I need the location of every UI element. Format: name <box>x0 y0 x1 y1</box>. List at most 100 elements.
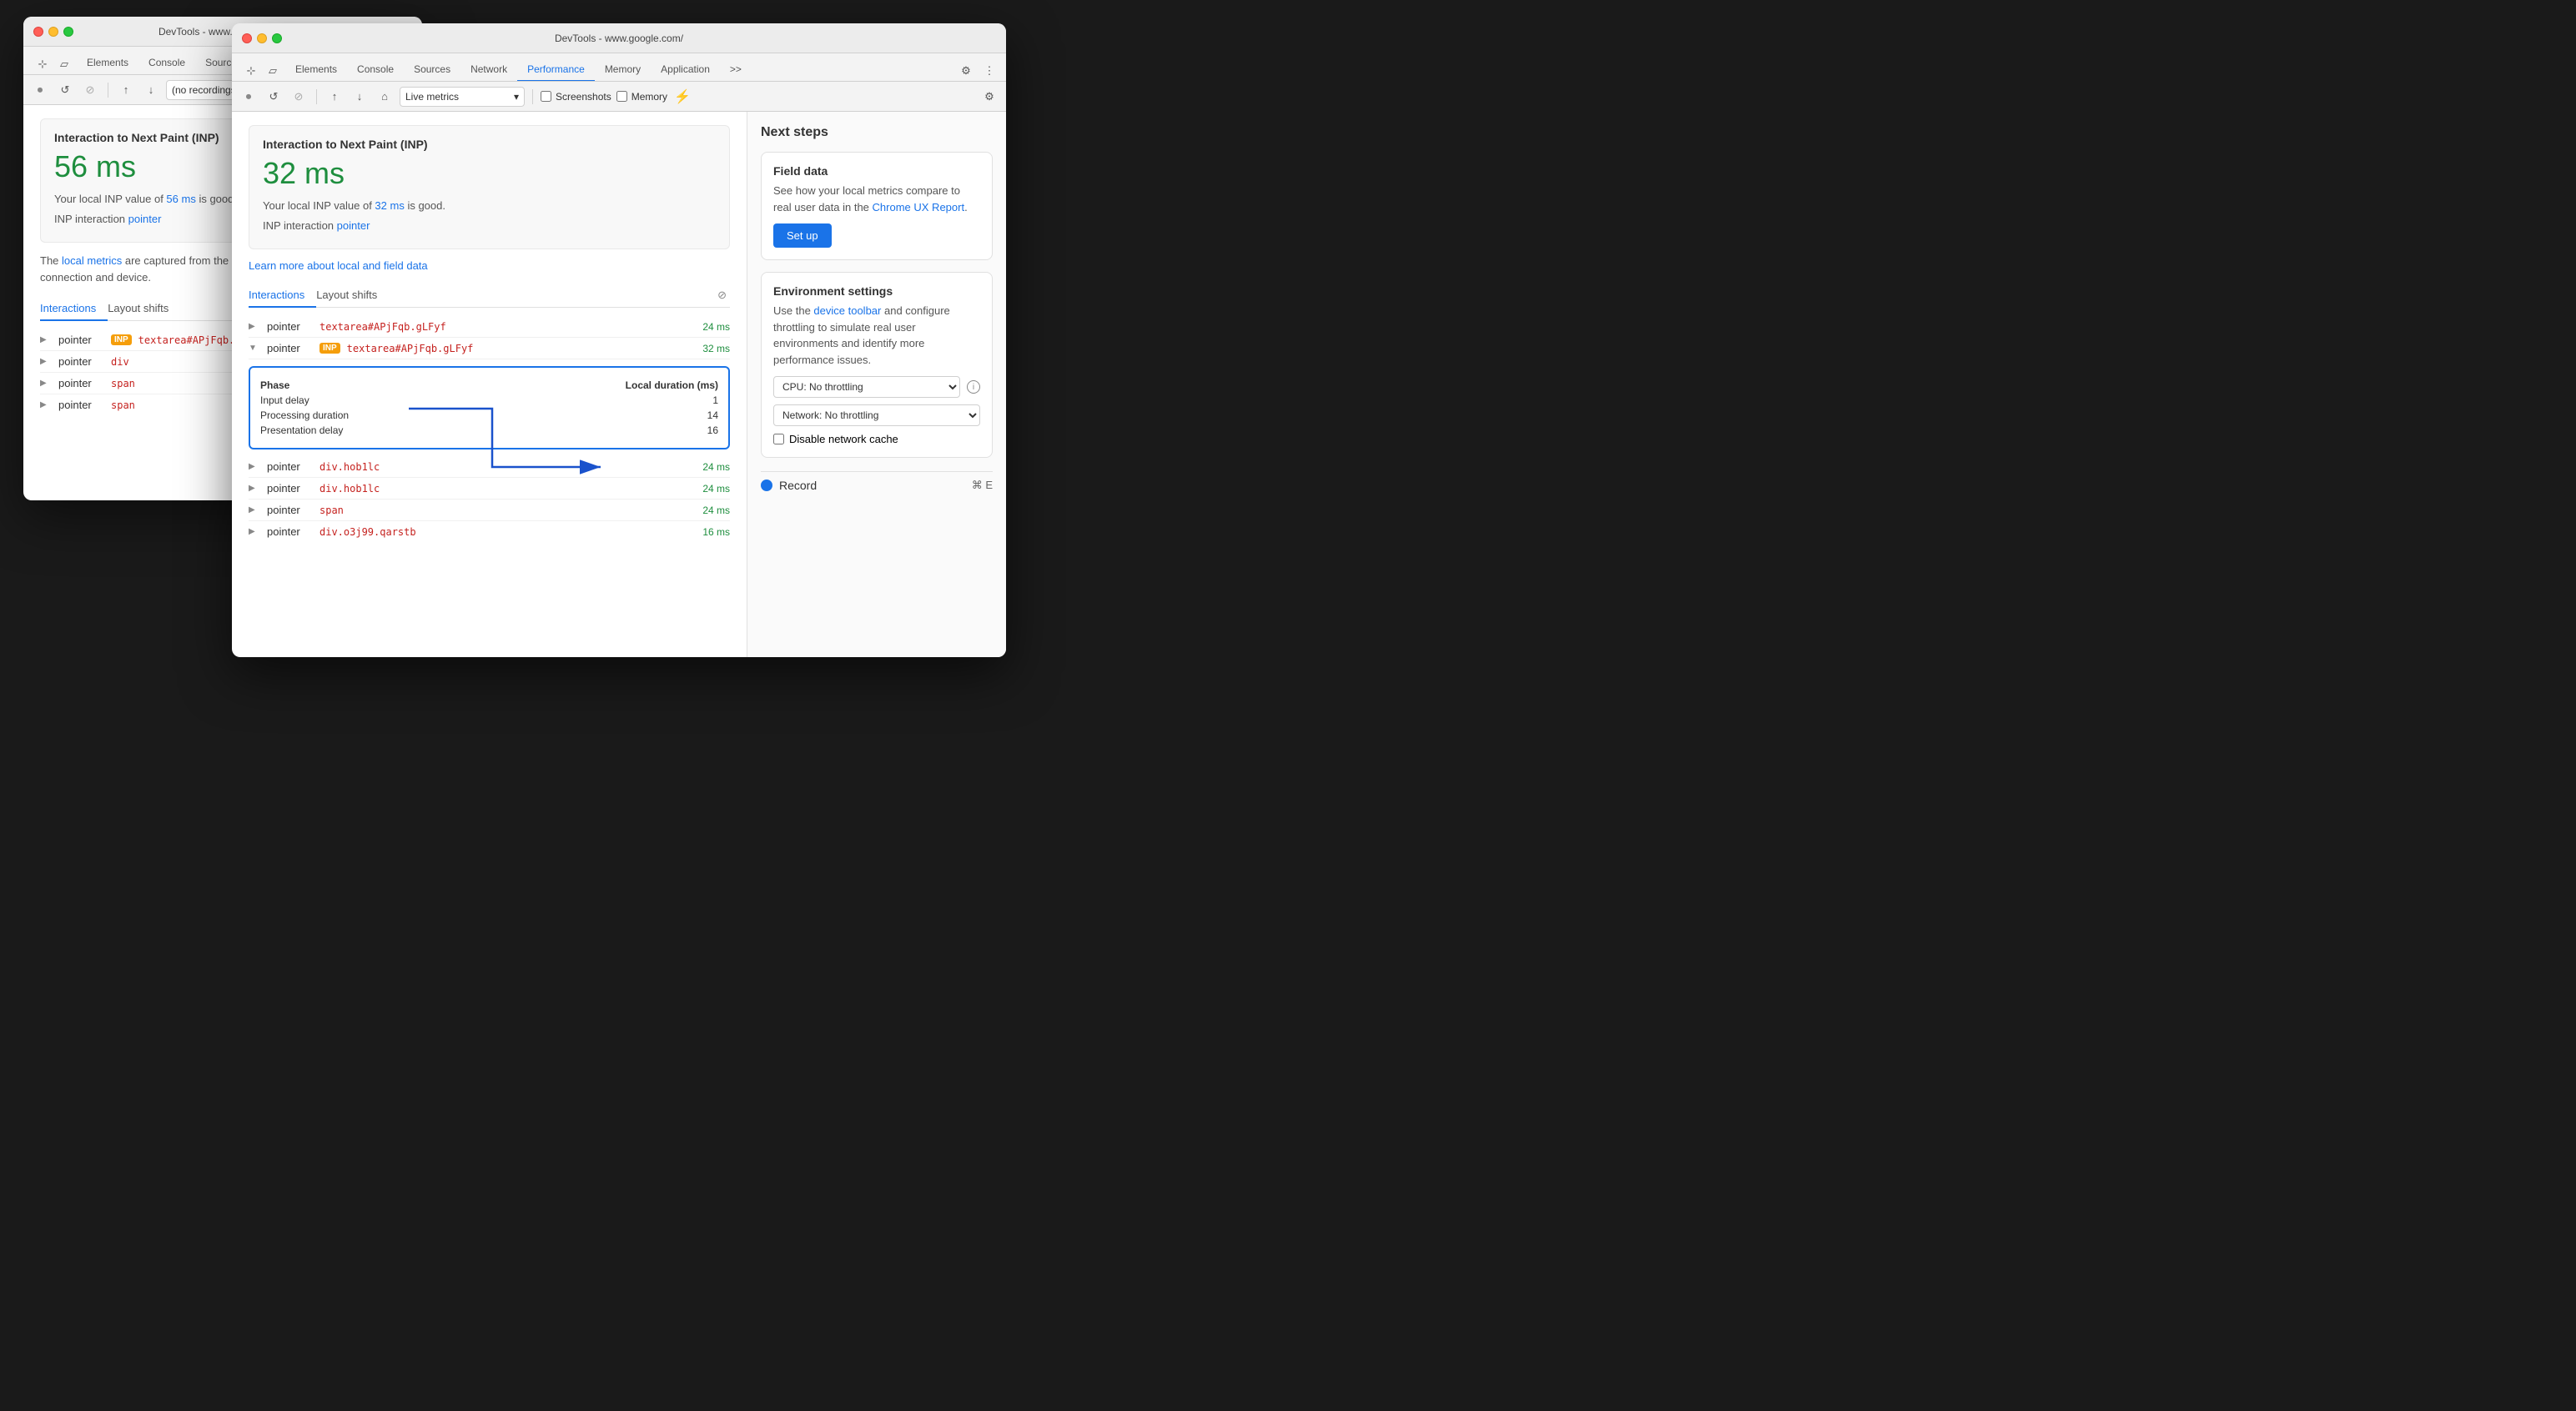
live-metrics-dropdown[interactable]: Live metrics ▾ <box>400 87 525 107</box>
record-circle-icon[interactable]: ⏺ <box>30 80 50 100</box>
tab-console-2[interactable]: Console <box>347 58 404 82</box>
w2-type-3: pointer <box>267 482 313 495</box>
cpu-profile-icon[interactable]: ⚡ <box>672 87 692 107</box>
maximize-button-1[interactable] <box>63 27 73 37</box>
sub-tab-layout-2[interactable]: Layout shifts <box>316 284 389 308</box>
more-icon[interactable]: ⋮ <box>979 61 999 81</box>
download-icon-2[interactable]: ↓ <box>350 87 370 107</box>
w2-time-3: 24 ms <box>692 483 730 495</box>
recordings-label: (no recordings) <box>172 84 239 96</box>
record-row: Record ⌘ E <box>761 471 993 499</box>
minimize-button-1[interactable] <box>48 27 58 37</box>
reload-icon-2[interactable]: ↺ <box>264 87 284 107</box>
w2-expand-0[interactable]: ▶ <box>249 322 260 331</box>
disable-cache-row: Disable network cache <box>773 433 980 445</box>
screenshots-checkbox-2[interactable] <box>541 91 551 102</box>
w2-target-0[interactable]: textarea#APjFqb.gLFyf <box>319 321 686 333</box>
w2-time-2: 24 ms <box>692 461 730 473</box>
clear-icon-2[interactable]: ⊘ <box>714 285 730 305</box>
env-settings-desc: Use the device toolbar and configure thr… <box>773 303 980 368</box>
window-title-2: DevTools - www.google.com/ <box>555 33 683 44</box>
upload-icon-2[interactable]: ↑ <box>325 87 345 107</box>
cursor-icon-2[interactable]: ⊹ <box>241 61 261 81</box>
cpu-throttle-select[interactable]: CPU: No throttling <box>773 376 960 398</box>
w2-expand-2[interactable]: ▶ <box>249 462 260 471</box>
inp-inline-link-1[interactable]: 56 ms <box>166 193 195 205</box>
tab-network-2[interactable]: Network <box>460 58 517 82</box>
sub-tab-layout-1[interactable]: Layout shifts <box>108 297 180 321</box>
inp-title-2: Interaction to Next Paint (INP) <box>263 138 716 151</box>
record-button[interactable]: Record <box>761 479 817 492</box>
cpu-info-icon[interactable]: i <box>967 380 980 394</box>
expand-arrow-1[interactable]: ▶ <box>40 357 52 366</box>
content-area-2: Interaction to Next Paint (INP) 32 ms Yo… <box>232 112 1006 657</box>
devtools-icons-2: ⊹ ▱ <box>239 61 285 81</box>
expand-arrow-2[interactable]: ▶ <box>40 379 52 388</box>
w2-expand-5[interactable]: ▶ <box>249 527 260 536</box>
w2-target-1[interactable]: textarea#APjFqb.gLFyf <box>347 343 686 354</box>
inp-badge-0: INP <box>111 334 132 345</box>
stop-icon[interactable]: ⊘ <box>80 80 100 100</box>
tab-sources-2[interactable]: Sources <box>404 58 460 82</box>
device-toolbar-link[interactable]: device toolbar <box>813 304 881 317</box>
memory-label: Memory <box>631 91 667 103</box>
setup-button[interactable]: Set up <box>773 223 832 248</box>
sub-tab-interactions-2[interactable]: Interactions <box>249 284 316 308</box>
phase-value-1: 14 <box>484 408 718 423</box>
side-panel: Next steps Field data See how your local… <box>747 112 1006 657</box>
tab-memory-2[interactable]: Memory <box>595 58 651 82</box>
network-throttle-select[interactable]: Network: No throttling <box>773 404 980 426</box>
w2-target-4[interactable]: span <box>319 505 686 516</box>
tab-application-2[interactable]: Application <box>651 58 720 82</box>
w2-type-5: pointer <box>267 525 313 538</box>
interaction-type-1: pointer <box>58 355 104 368</box>
w2-target-2[interactable]: div.hob1lc <box>319 461 686 473</box>
memory-checkbox[interactable] <box>616 91 627 102</box>
w2-expand-3[interactable]: ▶ <box>249 484 260 493</box>
tab-elements-2[interactable]: Elements <box>285 58 347 82</box>
w2-target-5[interactable]: div.o3j99.qarstb <box>319 526 686 538</box>
tab-more-2[interactable]: >> <box>720 58 752 82</box>
inp-inline-link-2[interactable]: 32 ms <box>375 199 404 212</box>
minimize-button-2[interactable] <box>257 33 267 43</box>
tab-console-1[interactable]: Console <box>138 52 195 75</box>
phase-row-0: Input delay 1 <box>260 393 718 408</box>
stop-icon-2[interactable]: ⊘ <box>289 87 309 107</box>
settings-icon-2[interactable]: ⚙ <box>979 87 999 107</box>
disable-cache-checkbox[interactable] <box>773 434 784 444</box>
sub-tab-interactions-1[interactable]: Interactions <box>40 297 108 321</box>
field-data-desc: See how your local metrics compare to re… <box>773 183 980 215</box>
local-metrics-link[interactable]: local metrics <box>62 254 122 267</box>
inp-interaction-link-2[interactable]: pointer <box>337 219 370 232</box>
w2-type-0: pointer <box>267 320 313 333</box>
close-button-2[interactable] <box>242 33 252 43</box>
device-toolbar-icon[interactable]: ▱ <box>54 54 74 74</box>
download-icon[interactable]: ↓ <box>141 80 161 100</box>
close-button-1[interactable] <box>33 27 43 37</box>
settings-icon[interactable]: ⚙ <box>956 61 976 81</box>
record-circle-icon-2[interactable]: ⏺ <box>239 87 259 107</box>
upload-icon[interactable]: ↑ <box>116 80 136 100</box>
phase-value-0: 1 <box>484 393 718 408</box>
chrome-ux-link[interactable]: Chrome UX Report <box>873 201 965 213</box>
w2-expand-4[interactable]: ▶ <box>249 505 260 515</box>
device-toolbar-icon-2[interactable]: ▱ <box>263 61 283 81</box>
w2-time-5: 16 ms <box>692 526 730 538</box>
expand-arrow-3[interactable]: ▶ <box>40 400 52 409</box>
env-settings-card: Environment settings Use the device tool… <box>761 272 993 458</box>
reload-icon[interactable]: ↺ <box>55 80 75 100</box>
cursor-icon[interactable]: ⊹ <box>33 54 53 74</box>
maximize-button-2[interactable] <box>272 33 282 43</box>
inp-interaction-link-1[interactable]: pointer <box>128 213 162 225</box>
env-settings-title: Environment settings <box>773 284 980 298</box>
devtools-window-2: DevTools - www.google.com/ ⊹ ▱ Elements … <box>232 23 1006 657</box>
tab-performance-2[interactable]: Performance <box>517 58 595 82</box>
w2-expand-1[interactable]: ▼ <box>249 344 260 353</box>
phase-label-0: Input delay <box>260 393 484 408</box>
expand-arrow-0[interactable]: ▶ <box>40 335 52 344</box>
home-icon-2[interactable]: ⌂ <box>375 87 395 107</box>
learn-more-link[interactable]: Learn more about local and field data <box>249 259 730 272</box>
tab-elements-1[interactable]: Elements <box>77 52 138 75</box>
w2-target-3[interactable]: div.hob1lc <box>319 483 686 495</box>
w2-interaction-row-5: ▶ pointer div.o3j99.qarstb 16 ms <box>249 521 730 542</box>
